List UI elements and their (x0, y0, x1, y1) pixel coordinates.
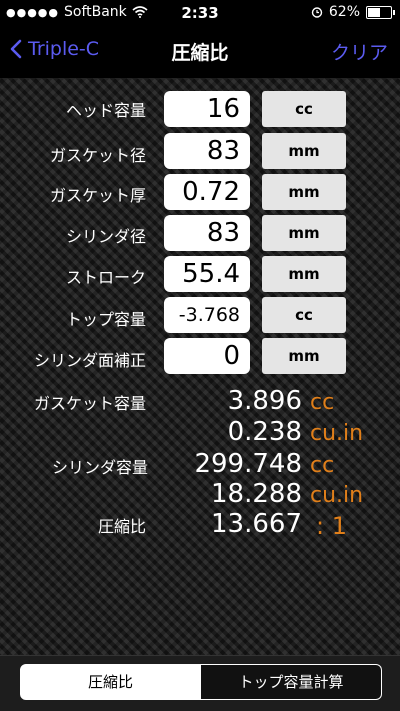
gasket-thickness-label: ガスケット厚 (49, 186, 146, 205)
battery-level (368, 7, 381, 17)
head-volume-input[interactable]: 16 (164, 91, 250, 127)
head-volume-unit-button[interactable]: cc (262, 91, 346, 127)
gasket-diameter-label: ガスケット径 (49, 146, 146, 165)
tab-top-volume-calculation[interactable]: トップ容量計算 (201, 664, 382, 700)
top-volume-input[interactable]: -3.768 (164, 297, 250, 333)
gasket-diameter-unit-button[interactable]: mm (262, 133, 346, 169)
tab-compression-ratio[interactable]: 圧縮比 (20, 664, 201, 700)
cylinder-deck-correction-label: シリンダ面補正 (33, 351, 146, 370)
head-volume-label: ヘッド容量 (65, 101, 146, 120)
cylinder-volume-cc-unit: cc (310, 453, 335, 478)
cylinder-deck-correction-unit-button[interactable]: mm (262, 338, 346, 374)
gasket-volume-cuin-unit: cu.in (310, 421, 364, 446)
compression-ratio-label: 圧縮比 (97, 517, 146, 536)
status-right: 62% (311, 4, 395, 20)
battery-icon (366, 5, 395, 19)
stroke-unit-button[interactable]: mm (262, 256, 346, 292)
cylinder-volume-cuin-unit: cu.in (310, 483, 364, 508)
gasket-volume-cc-value: 3.896 (227, 386, 302, 416)
cylinder-volume-cuin-value: 18.288 (211, 479, 302, 509)
cylinder-deck-correction-input[interactable]: 0 (164, 338, 250, 374)
cylinder-bore-input[interactable]: 83 (164, 215, 250, 251)
gasket-thickness-input[interactable]: 0.72 (164, 174, 250, 210)
cylinder-volume-cc-value: 299.748 (194, 449, 302, 479)
compression-ratio-value: 13.667 (211, 509, 302, 539)
bottom-toolbar: 圧縮比 トップ容量計算 (0, 655, 400, 711)
cylinder-volume-label: シリンダ容量 (51, 458, 148, 477)
status-bar: ●●●●● SoftBank 2:33 62% (0, 0, 400, 26)
top-volume-unit-button[interactable]: cc (262, 297, 346, 333)
top-volume-label: トップ容量 (65, 310, 146, 329)
gasket-volume-cuin-value: 0.238 (227, 417, 302, 447)
navigation-bar: Triple-C 圧縮比 クリア (0, 26, 400, 78)
alarm-clock-icon (311, 7, 323, 18)
gasket-volume-cc-unit: cc (310, 390, 335, 415)
gasket-diameter-input[interactable]: 83 (164, 133, 250, 169)
battery-percent: 62% (328, 4, 360, 20)
clear-button[interactable]: クリア (331, 38, 388, 65)
gasket-thickness-unit-button[interactable]: mm (262, 174, 346, 210)
gasket-volume-label: ガスケット容量 (33, 394, 146, 413)
stroke-input[interactable]: 55.4 (164, 256, 250, 292)
stroke-label: ストローク (65, 268, 146, 287)
compression-ratio-unit: : 1 (316, 512, 347, 540)
cylinder-bore-unit-button[interactable]: mm (262, 215, 346, 251)
cylinder-bore-label: シリンダ径 (65, 227, 146, 246)
